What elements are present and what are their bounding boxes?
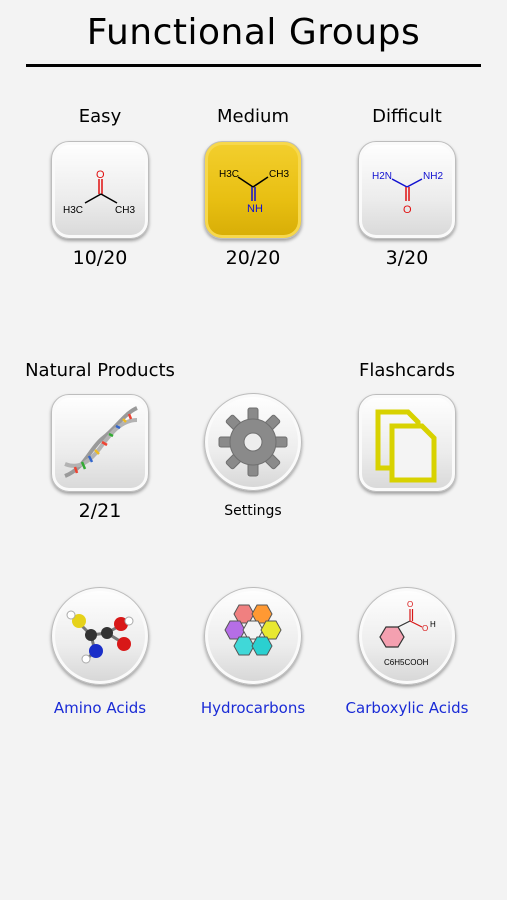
acetone-structure-icon: O H3C CH3 — [63, 169, 135, 216]
settings-button[interactable] — [204, 393, 302, 491]
natural-products-label: Natural Products — [25, 360, 175, 381]
hydrocarbons-button[interactable] — [204, 587, 302, 685]
level-difficult-button[interactable]: H2N NH2 O — [358, 141, 456, 239]
flashcards-label: Flashcards — [359, 360, 455, 381]
settings[interactable]: Settings — [168, 393, 338, 519]
level-medium[interactable]: Medium H3C CH3 NH 20/20 — [168, 106, 338, 269]
gear-icon — [218, 407, 288, 477]
level-easy[interactable]: Easy O H3C CH3 10/20 — [15, 106, 185, 269]
level-medium-score: 20/20 — [225, 247, 281, 269]
chem-right-group: NH2 — [423, 171, 443, 182]
level-easy-button[interactable]: O H3C CH3 — [51, 141, 149, 239]
chem-oxygen: O — [96, 169, 105, 181]
amino-acids[interactable]: Amino Acids — [15, 587, 185, 717]
page-title: Functional Groups — [86, 12, 421, 53]
natural-products-button[interactable] — [51, 394, 149, 492]
level-difficult[interactable]: Difficult H2N NH2 O 3/20 — [322, 106, 492, 269]
carboxylic-acids-button[interactable]: O O H C6H5COOH — [358, 587, 456, 685]
carboxylic-acids-link[interactable]: Carboxylic Acids — [322, 699, 492, 717]
urea-structure-icon: H2N NH2 O — [372, 171, 443, 216]
polycyclic-hydrocarbon-icon — [224, 604, 282, 656]
level-medium-button[interactable]: H3C CH3 NH — [204, 141, 302, 239]
natural-products-score: 2/21 — [78, 500, 122, 522]
flashcards-button[interactable] — [358, 394, 456, 492]
chem-oxygen: O — [403, 204, 412, 216]
hydrocarbons[interactable]: Hydrocarbons — [168, 587, 338, 717]
imine-structure-icon: H3C CH3 NH — [219, 169, 289, 215]
level-difficult-label: Difficult — [372, 106, 442, 127]
chem-left-group: H3C — [63, 205, 83, 216]
hydrocarbons-link[interactable]: Hydrocarbons — [168, 699, 338, 717]
chem-oxygen: O — [407, 600, 413, 609]
documents-icon — [375, 409, 437, 483]
chem-right-group: CH3 — [269, 169, 289, 180]
benzoic-acid-icon: O O H C6H5COOH — [379, 600, 436, 667]
chem-nitrogen: NH — [247, 203, 263, 215]
amino-acids-button[interactable] — [51, 587, 149, 685]
level-easy-label: Easy — [78, 106, 122, 127]
chem-right-group: CH3 — [115, 205, 135, 216]
amino-acid-molecule-icon — [66, 610, 134, 664]
chem-hydrogen: H — [430, 620, 436, 629]
flashcards[interactable]: Flashcards — [322, 360, 492, 492]
chem-left-group: H2N — [372, 171, 392, 182]
amino-acids-link[interactable]: Amino Acids — [15, 699, 185, 717]
level-medium-label: Medium — [217, 106, 289, 127]
natural-products[interactable]: Natural Products 2/21 — [15, 360, 185, 522]
settings-label: Settings — [224, 503, 282, 519]
dna-helix-icon — [64, 406, 138, 478]
carboxylic-acids[interactable]: O O H C6H5COOH Carboxylic Acids — [322, 587, 492, 717]
level-easy-score: 10/20 — [72, 247, 128, 269]
chem-left-group: H3C — [219, 169, 239, 180]
title-divider — [26, 64, 481, 67]
level-difficult-score: 3/20 — [385, 247, 429, 269]
chem-formula: C6H5COOH — [384, 658, 429, 667]
svg-text:O: O — [422, 624, 428, 633]
